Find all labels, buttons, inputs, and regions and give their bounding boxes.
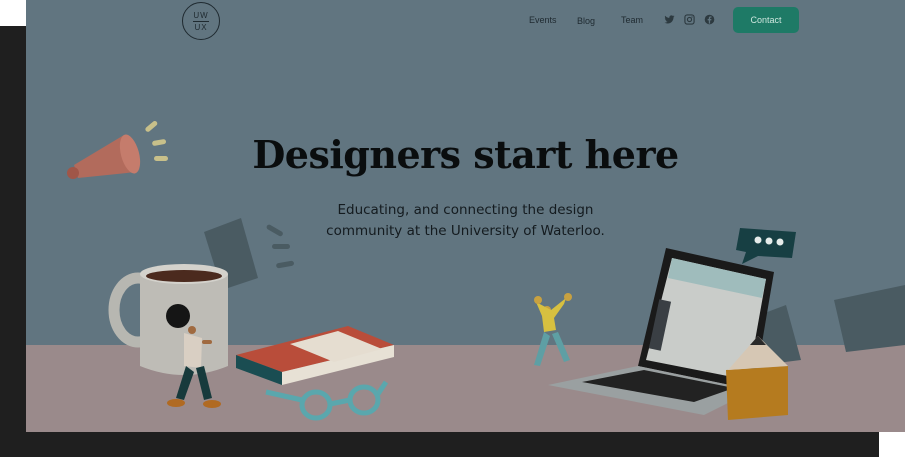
twitter-icon[interactable]	[664, 14, 675, 25]
hero-section: UW UX Events Blog Team Contact Designers…	[26, 0, 905, 432]
logo-line-2: UX	[194, 22, 208, 32]
hero-subtitle-line-1: Educating, and connecting the design	[337, 202, 594, 218]
uwux-logo[interactable]: UW UX	[182, 2, 220, 40]
hero-title: Designers start here	[252, 132, 679, 177]
eyeglasses	[265, 380, 389, 421]
instagram-icon[interactable]	[684, 14, 695, 25]
nav-link-blog[interactable]: Blog	[577, 16, 595, 26]
facebook-icon[interactable]	[704, 14, 715, 25]
contact-button[interactable]: Contact	[733, 7, 799, 33]
hero-subtitle: Educating, and connecting the design com…	[26, 200, 905, 242]
cheering-figure	[534, 293, 572, 366]
nav-link-team[interactable]: Team	[621, 15, 643, 25]
logo-divider	[193, 20, 209, 22]
page-corner-top-left	[0, 0, 26, 26]
book-stack	[236, 326, 394, 385]
logo-line-1: UW	[193, 10, 209, 20]
page-corner-bottom-right	[879, 432, 905, 457]
hero-subtitle-line-2: community at the University of Waterloo.	[326, 223, 605, 239]
nav-link-events[interactable]: Events	[529, 15, 557, 25]
